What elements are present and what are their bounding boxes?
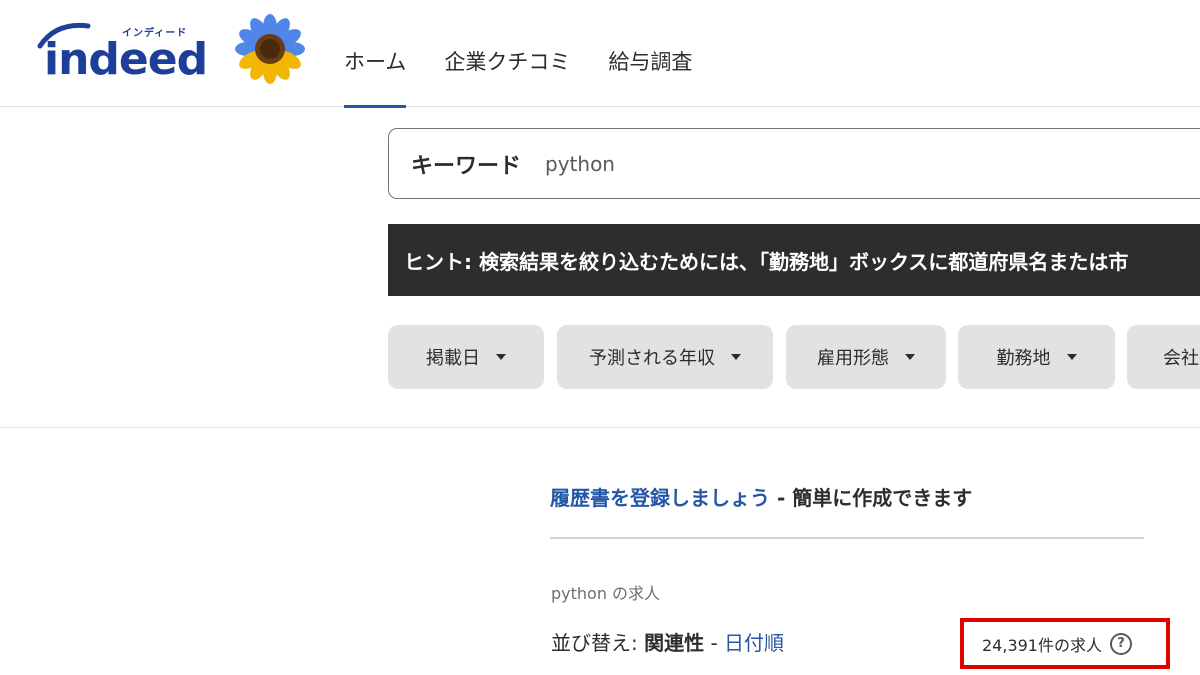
keyword-label: キーワード: [411, 153, 522, 179]
nav-item-company-reviews[interactable]: 企業クチコミ: [444, 0, 570, 107]
section-divider: [0, 427, 1200, 428]
filter-label: 会社: [1163, 348, 1199, 369]
help-icon[interactable]: ?: [1110, 632, 1132, 655]
caret-down-icon: [905, 354, 915, 360]
sort-relevance-current: 関連性: [644, 631, 705, 655]
resume-promo: 履歴書を登録しましょう - 簡単に作成できます: [550, 482, 972, 511]
filter-label: 掲載日: [426, 348, 480, 369]
sort-label: 並び替え:: [551, 631, 645, 655]
filter-posted-date[interactable]: 掲載日: [388, 325, 544, 389]
keyword-input[interactable]: [545, 151, 1046, 176]
keyword-search-box[interactable]: キーワード: [388, 128, 1200, 199]
caret-down-icon: [731, 354, 741, 360]
caret-down-icon: [1066, 354, 1077, 360]
indeed-logo[interactable]: インディード indeed: [36, 18, 208, 85]
filter-label: 予測される年収: [589, 348, 715, 369]
results-heading: python の求人: [551, 584, 661, 603]
nav-item-home[interactable]: ホーム: [344, 0, 407, 108]
filter-label: 勤務地: [996, 348, 1051, 369]
filter-location[interactable]: 勤務地: [958, 325, 1115, 389]
sort-by-date-link[interactable]: 日付順: [724, 631, 784, 655]
job-count-highlight: 24,391件の求人 ?: [960, 618, 1170, 669]
filter-company[interactable]: 会社: [1127, 325, 1200, 389]
filter-employment-type[interactable]: 雇用形態: [786, 325, 946, 389]
page: インディード indeed ホーム 企業クチコミ 給与調査 キーワード pyth…: [0, 0, 1200, 675]
resume-promo-note: - 簡単に作成できます: [770, 486, 973, 510]
nav-item-salary-search[interactable]: 給与調査: [608, 0, 692, 107]
filter-estimated-salary[interactable]: 予測される年収: [557, 325, 773, 389]
job-count: 24,391件の求人: [982, 635, 1102, 655]
hint-banner: ヒント: 検索結果を絞り込むためには、「勤務地」ボックスに都道府県名または市: [388, 224, 1200, 296]
promo-divider: [550, 537, 1144, 539]
filter-label: 雇用形態: [817, 348, 889, 369]
sort-separator: -: [704, 631, 725, 655]
sort-controls: 並び替え: 関連性 - 日付順: [551, 627, 784, 656]
header: インディード indeed ホーム 企業クチコミ 給与調査: [0, 0, 1200, 108]
caret-down-icon: [496, 354, 506, 360]
sunflower-icon: [235, 14, 305, 84]
main-nav: ホーム 企業クチコミ 給与調査: [344, 0, 730, 108]
resume-register-link[interactable]: 履歴書を登録しましょう: [550, 486, 770, 510]
logo-wordmark: indeed: [44, 34, 208, 85]
